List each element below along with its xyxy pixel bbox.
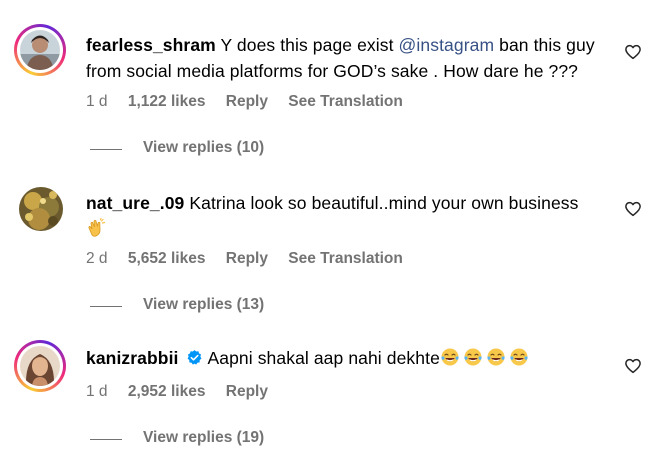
avatar-image: [20, 30, 60, 70]
like-count[interactable]: 2,952 likes: [128, 383, 206, 401]
comment-body: Katrina look so beautiful..mind your own…: [189, 193, 579, 213]
comment-username[interactable]: kanizrabbii: [86, 348, 179, 368]
heart-outline-icon[interactable]: [624, 357, 642, 375]
comment-text-line2: from social media platforms for GOD’s sa…: [86, 61, 578, 81]
comment-text: kanizrabbii Aapni shakal aap nahi dekhte: [86, 345, 532, 371]
verified-badge-icon: [188, 350, 202, 365]
clapping-hands-emoji: [88, 218, 106, 237]
emoji-group: [440, 348, 532, 368]
comment-body: Y does this page exist: [220, 35, 399, 55]
comment-time: 1 d: [86, 383, 108, 400]
tears-of-joy-emoji: [441, 348, 459, 366]
avatar-image: [19, 187, 63, 231]
avatar[interactable]: [14, 340, 66, 392]
like-count[interactable]: 5,652 likes: [128, 250, 206, 268]
replies-divider: [90, 439, 122, 440]
replies-divider: [90, 306, 122, 307]
reply-button[interactable]: Reply: [226, 93, 268, 111]
tears-of-joy-emoji: [464, 348, 482, 366]
tears-of-joy-emoji: [487, 348, 505, 366]
replies-divider: [90, 149, 122, 150]
view-replies-label[interactable]: View replies (13): [143, 296, 264, 314]
avatar[interactable]: [14, 24, 66, 76]
heart-outline-icon[interactable]: [624, 200, 642, 218]
comment-meta: 2 d 5,652 likes Reply See Translation: [86, 250, 419, 268]
comment-text: fearless_shram Y does this page exist @i…: [86, 32, 595, 58]
tears-of-joy-emoji: [510, 348, 528, 366]
view-replies-label[interactable]: View replies (10): [143, 139, 264, 157]
comment-time: 1 d: [86, 93, 108, 110]
avatar-image: [20, 346, 60, 386]
see-translation-button[interactable]: See Translation: [288, 93, 403, 111]
comment-body-continued: ban this guy: [494, 35, 595, 55]
comment-time: 2 d: [86, 250, 108, 267]
heart-outline-icon[interactable]: [624, 43, 642, 61]
view-replies-label[interactable]: View replies (19): [143, 429, 264, 447]
mention-link[interactable]: @instagram: [399, 35, 495, 55]
comment-username[interactable]: fearless_shram: [86, 35, 216, 55]
comment-body: Aapni shakal aap nahi dekhte: [207, 348, 440, 368]
avatar[interactable]: [19, 187, 63, 231]
reply-button[interactable]: Reply: [226, 250, 268, 268]
comment-meta: 1 d 1,122 likes Reply See Translation: [86, 93, 419, 111]
comment-text-line2: [86, 216, 109, 242]
comment-username[interactable]: nat_ure_.09: [86, 193, 184, 213]
comment-text: nat_ure_.09 Katrina look so beautiful..m…: [86, 190, 579, 216]
like-count[interactable]: 1,122 likes: [128, 93, 206, 111]
see-translation-button[interactable]: See Translation: [288, 250, 403, 268]
comment-meta: 1 d 2,952 likes Reply: [86, 383, 284, 401]
reply-button[interactable]: Reply: [226, 383, 268, 401]
